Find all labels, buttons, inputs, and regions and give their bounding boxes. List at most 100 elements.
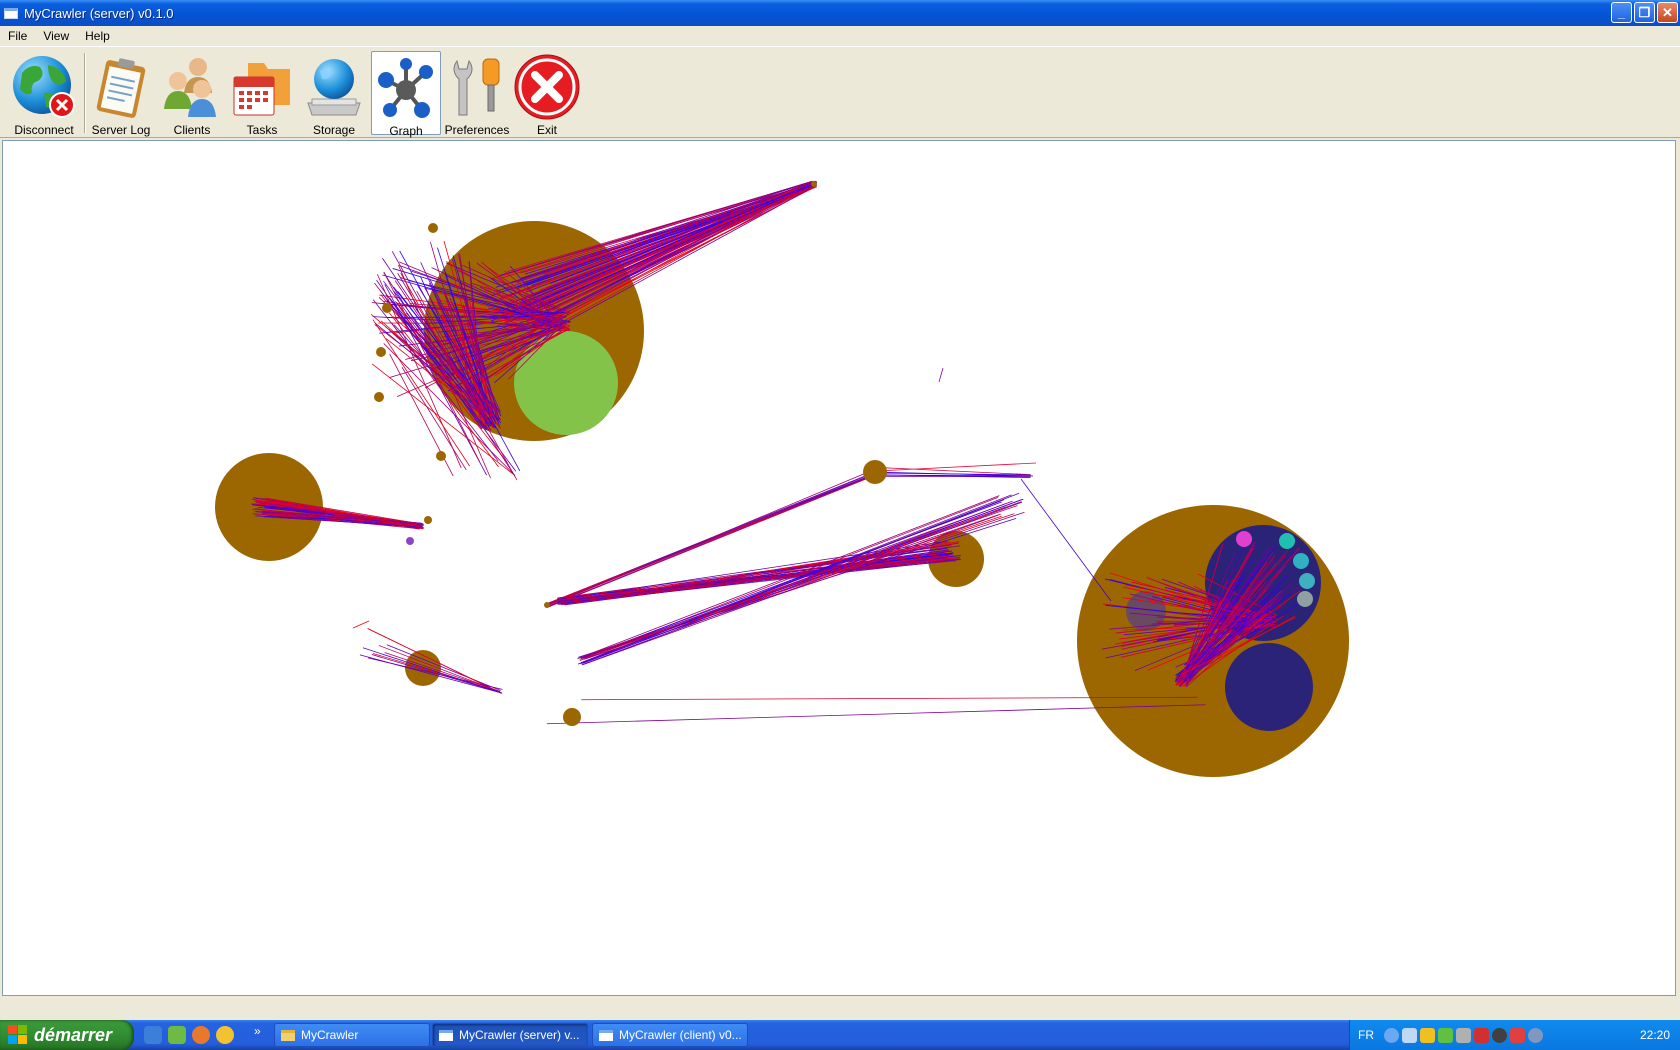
globe-disconnect-icon [13,56,75,118]
graph-node[interactable] [424,516,432,524]
taskbar-item-client[interactable]: MyCrawler (client) v0... [592,1023,748,1047]
update-icon[interactable] [1438,1027,1453,1043]
security-shield-icon[interactable] [1420,1027,1435,1043]
disk-icon[interactable] [1492,1027,1507,1043]
task-label: MyCrawler (server) v... [459,1028,580,1042]
start-label: démarrer [34,1024,113,1045]
tray-arrow-icon[interactable] [1384,1027,1399,1043]
server-log-button[interactable]: Server Log [88,51,154,137]
windows-flag-icon [8,1025,28,1045]
graph-node[interactable] [563,708,581,726]
graph-node[interactable] [376,347,386,357]
user-icon[interactable] [1528,1027,1543,1043]
clients-label: Clients [173,123,211,137]
menu-file[interactable]: File [0,29,35,43]
toolbar-separator [84,53,86,133]
graph-node[interactable] [406,537,414,545]
firefox-icon[interactable] [192,1026,210,1044]
storage-button[interactable]: Storage [298,51,370,137]
graph-edge [1020,478,1112,602]
media-player-icon[interactable] [216,1026,234,1044]
show-desktop-icon[interactable] [144,1026,162,1044]
system-tray: FR 22:20 [1349,1020,1680,1050]
quick-launch [144,1026,234,1044]
taskbar: démarrer » MyCrawler MyCrawler (server) … [0,1020,1680,1050]
calendar-folder-icon [233,63,290,116]
tasks-button[interactable]: Tasks [228,51,296,137]
tasks-label: Tasks [246,123,278,137]
clock: 22:20 [1639,1028,1670,1042]
graph-node[interactable] [1299,573,1315,589]
toolbar: Disconnect Server Log Clients Tasks Stor… [0,46,1680,138]
window-controls: _ ❐ ✕ [1611,2,1678,23]
menu-help[interactable]: Help [77,29,118,43]
menu-view[interactable]: View [35,29,77,43]
title-bar[interactable]: MyCrawler (server) v0.1.0 _ ❐ ✕ [0,0,1680,26]
graph-visualization[interactable] [3,141,1675,995]
display-icon[interactable] [1456,1027,1471,1043]
folder-icon [281,1029,295,1041]
app-icon [4,7,18,19]
start-button[interactable]: démarrer [0,1020,134,1050]
window-icon [599,1029,613,1041]
molecule-icon [378,58,433,118]
task-label: MyCrawler (client) v0... [619,1028,742,1042]
users-icon [164,58,216,117]
graph-label: Graph [389,124,423,138]
clients-button[interactable]: Clients [158,51,226,137]
graph-node[interactable] [1297,591,1313,607]
preferences-label: Preferences [444,123,510,137]
graph-edge [547,474,878,608]
graph-button[interactable]: Graph [371,51,441,138]
graph-edge [384,652,500,692]
taskbar-item-mycrawler-folder[interactable]: MyCrawler [274,1023,430,1047]
graph-edge [378,645,501,693]
minimize-button[interactable]: _ [1611,2,1632,23]
preferences-button[interactable]: Preferences [442,51,512,137]
menu-bar: File View Help [0,26,1680,46]
graph-edge [386,644,501,691]
exit-label: Exit [536,123,557,137]
exit-icon [514,54,580,120]
clipboard-icon [96,58,146,118]
language-indicator[interactable]: FR [1358,1028,1374,1042]
graph-node-navy[interactable] [1225,643,1313,731]
status-bar [0,998,1680,1020]
task-label: MyCrawler [301,1028,359,1042]
graph-node[interactable] [863,460,887,484]
window-title: MyCrawler (server) v0.1.0 [24,5,174,21]
taskbar-item-server[interactable]: MyCrawler (server) v... [432,1023,588,1047]
close-button[interactable]: ✕ [1657,2,1678,23]
graph-edge [368,628,503,694]
quick-launch-more[interactable]: » [254,1024,261,1038]
antivirus-icon[interactable] [1510,1027,1525,1043]
graph-canvas[interactable] [2,140,1676,996]
tools-icon [453,58,500,116]
graph-edge [352,620,370,629]
graph-node[interactable] [1279,533,1295,549]
messenger-icon[interactable] [168,1026,186,1044]
graph-edge [550,183,815,284]
graph-node[interactable] [1293,553,1309,569]
graph-node[interactable] [428,223,438,233]
graph-node[interactable] [436,451,446,461]
graph-node[interactable] [811,181,817,187]
graph-edge [938,367,944,383]
server-log-label: Server Log [91,123,151,137]
network-icon[interactable] [1402,1027,1417,1043]
window-icon [439,1029,453,1041]
graph-node[interactable] [1236,531,1252,547]
disconnect-label: Disconnect [14,123,74,137]
graph-node[interactable] [544,602,550,608]
maximize-button[interactable]: ❐ [1634,2,1655,23]
disconnect-button[interactable]: Disconnect [6,51,82,137]
exit-button[interactable]: Exit [514,51,580,137]
storage-label: Storage [312,123,356,137]
tray-icons [1384,1027,1543,1043]
volume-icon[interactable] [1474,1027,1489,1043]
globe-drive-icon [307,59,361,116]
graph-node[interactable] [374,392,384,402]
graph-node[interactable] [382,303,392,313]
graph-edge [875,462,1037,472]
graph-edge [550,182,814,276]
